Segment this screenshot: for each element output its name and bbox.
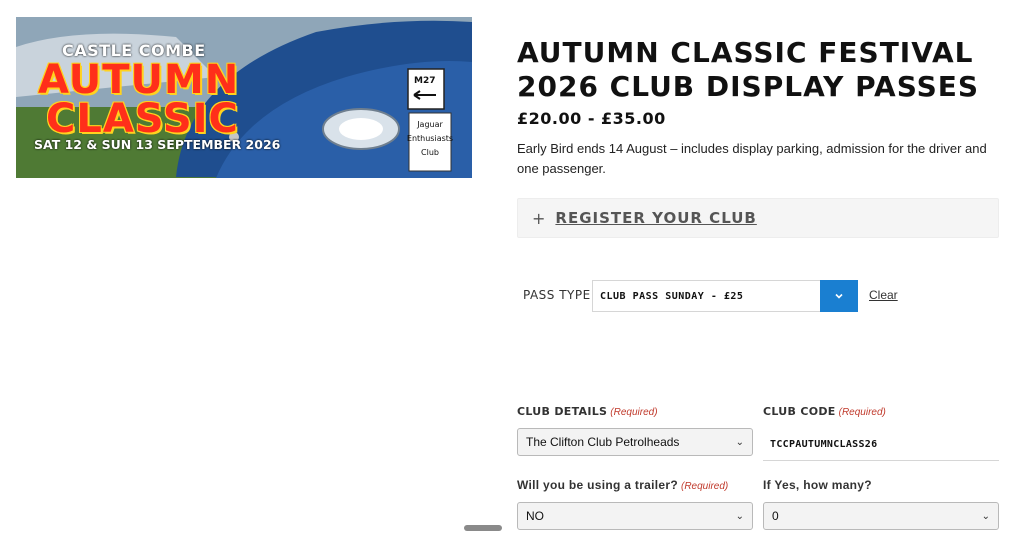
register-club-toggle[interactable]: + REGISTER YOUR CLUB (517, 198, 999, 238)
trailer-label: Will you be using a trailer? (Required) (517, 478, 728, 492)
chevron-down-icon: ⌄ (735, 510, 744, 522)
club-code-label: CLUB CODE (Required) (763, 405, 886, 418)
club-code-input[interactable]: TCCPAUTUMNCLASS26 (763, 428, 999, 461)
trailer-select[interactable]: NO ⌄ (517, 502, 753, 530)
club-details-select[interactable]: The Clifton Club Petrolheads ⌄ (517, 428, 753, 456)
club-details-label: CLUB DETAILS (Required) (517, 405, 658, 418)
product-price: £20.00 - £35.00 (517, 109, 666, 128)
product-title: AUTUMN CLASSIC FESTIVAL 2026 CLUB DISPLA… (517, 36, 980, 103)
club-details-value: The Clifton Club Petrolheads (526, 435, 680, 449)
chevron-down-icon (835, 293, 843, 299)
svg-text:M27: M27 (414, 76, 435, 86)
club-code-label-text: CLUB CODE (763, 405, 836, 418)
svg-text:Enthusiasts: Enthusiasts (407, 134, 453, 143)
chevron-down-icon: ⌄ (735, 436, 744, 448)
svg-text:Club: Club (421, 148, 439, 157)
club-details-label-text: CLUB DETAILS (517, 405, 608, 418)
how-many-label: If Yes, how many? (763, 478, 872, 492)
chevron-down-icon: ⌄ (981, 510, 990, 522)
pass-type-label: PASS TYPE (523, 288, 591, 302)
register-club-label: REGISTER YOUR CLUB (555, 209, 757, 227)
scroll-handle[interactable] (464, 525, 502, 531)
pass-type-value: CLUB PASS SUNDAY - £25 (600, 290, 744, 302)
banner-brand-line2: CLASSIC (46, 96, 239, 142)
clear-link[interactable]: Clear (869, 288, 898, 302)
pass-type-dropdown-button[interactable] (820, 280, 858, 312)
banner-brand-line1: AUTUMN (38, 57, 240, 103)
required-marker: (Required) (610, 407, 658, 418)
required-marker: (Required) (680, 481, 729, 492)
product-description: Early Bird ends 14 August – includes dis… (517, 141, 987, 176)
how-many-value: 0 (772, 509, 779, 523)
trailer-value: NO (526, 509, 544, 523)
trailer-label-text: Will you be using a trailer? (517, 478, 678, 492)
plus-icon: + (532, 208, 546, 228)
svg-text:Jaguar: Jaguar (416, 120, 443, 129)
required-marker: (Required) (838, 407, 886, 418)
banner-date: SAT 12 & SUN 13 SEPTEMBER 2026 (34, 137, 281, 152)
pass-type-select[interactable]: CLUB PASS SUNDAY - £25 (592, 280, 858, 312)
how-many-select[interactable]: 0 ⌄ (763, 502, 999, 530)
event-banner-image: M27 Jaguar Enthusiasts Club CASTLE COMBE… (16, 17, 472, 178)
